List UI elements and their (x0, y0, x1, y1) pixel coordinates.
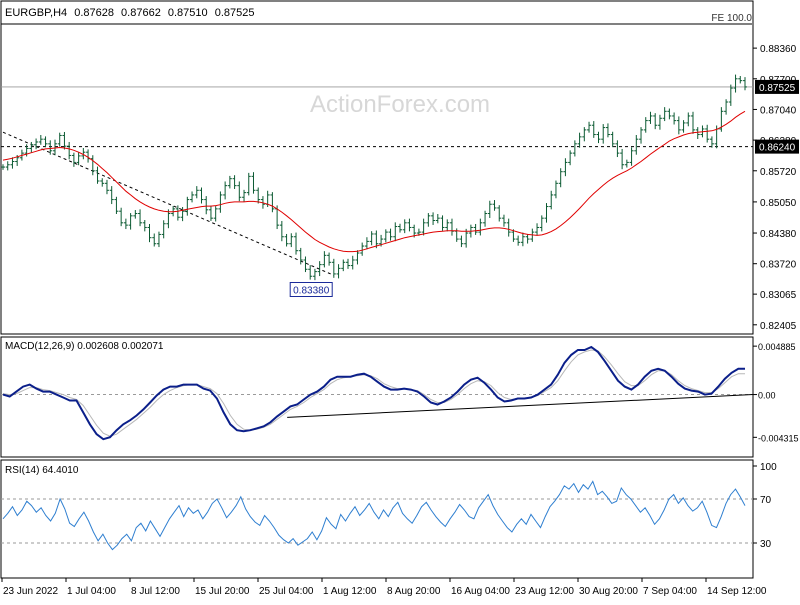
x-tick-label: 7 Sep 04:00 (643, 586, 697, 597)
x-tick-label: 30 Aug 20:00 (579, 586, 638, 597)
x-tick-label: 15 Jul 20:00 (195, 586, 250, 597)
watermark: ActionForex.com (310, 91, 490, 118)
forex-chart: ActionForex.com EURGBP,H4 0.87628 0.8766… (0, 0, 800, 600)
price-tick-label: 0.84380 (760, 229, 797, 240)
x-tick-label: 16 Aug 04:00 (451, 586, 510, 597)
low-annotation-label: 0.83380 (293, 285, 330, 296)
fe-label: FE 100.0 (711, 13, 752, 24)
x-tick-label: 8 Jul 12:00 (131, 586, 180, 597)
current-price-label: 0.87525 (759, 83, 796, 94)
x-tick-label: 1 Jul 04:00 (67, 586, 116, 597)
x-tick-label: 1 Aug 12:00 (323, 586, 377, 597)
svg-text:EURGBP,H4 0.87628: EURGBP,H4 0.87628 0.87662 0.87510 0.8752… (5, 7, 254, 19)
rsi-title: RSI(14) 64.4010 (5, 465, 79, 476)
price-tick-label: 0.85050 (760, 198, 797, 209)
macd-tick-label: 0.004885 (758, 342, 796, 352)
price-tick-label: 0.83065 (760, 290, 797, 301)
price-tick-label: 0.83720 (760, 260, 797, 271)
x-tick-label: 14 Sep 12:00 (707, 586, 767, 597)
macd-title: MACD(12,26,9) 0.002608 0.002071 (5, 341, 164, 352)
macd-tick-label: -0.004315 (758, 433, 799, 443)
x-tick-label: 23 Aug 12:00 (515, 586, 574, 597)
x-tick-label: 23 Jun 2022 (3, 586, 58, 597)
high-value: 0.87662 (121, 7, 161, 19)
support-level-label: 0.86240 (759, 143, 796, 154)
x-tick-label: 25 Jul 04:00 (259, 586, 314, 597)
macd-tick-label: 0.00 (758, 391, 776, 401)
rsi-tick-label: 100 (760, 462, 777, 473)
x-tick-label: 8 Aug 20:00 (387, 586, 441, 597)
price-tick-label: 0.82405 (760, 321, 797, 332)
rsi-tick-label: 30 (760, 539, 772, 550)
low-value: 0.87510 (168, 7, 208, 19)
rsi-tick-label: 70 (760, 495, 772, 506)
price-tick-label: 0.85720 (760, 167, 797, 178)
price-tick-label: 0.87040 (760, 105, 797, 116)
close-value: 0.87525 (215, 7, 255, 19)
chart-root: ActionForex.com EURGBP,H4 0.87628 0.8766… (0, 0, 800, 600)
symbol-label: EURGBP,H4 (5, 7, 67, 19)
open-value: 0.87628 (74, 7, 114, 19)
price-tick-label: 0.88360 (760, 44, 797, 55)
